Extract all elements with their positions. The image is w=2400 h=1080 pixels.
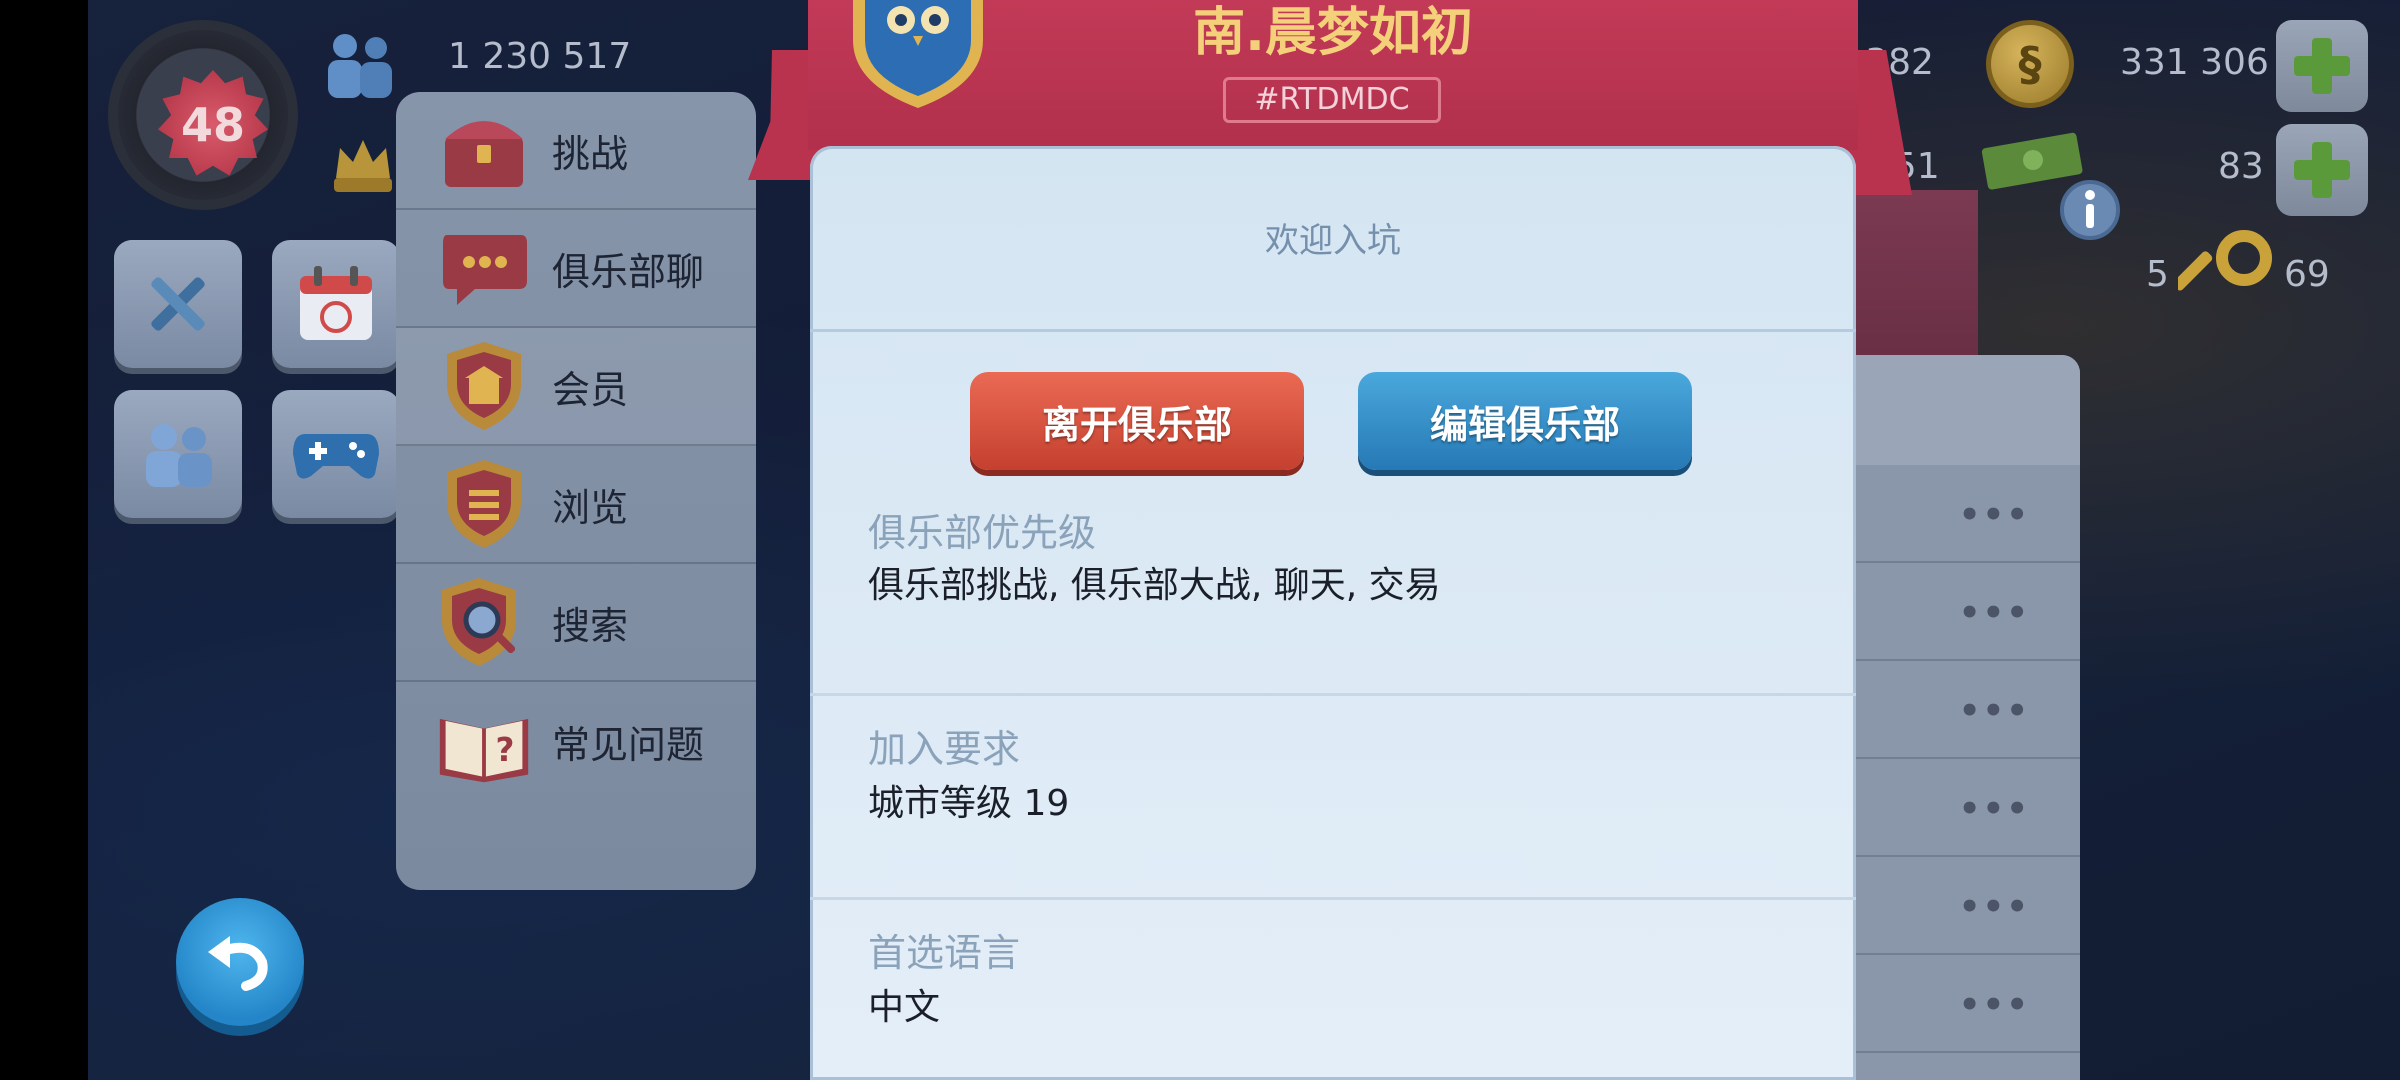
requirement-label: 加入要求: [868, 727, 1021, 771]
treasure-chest-icon: [436, 102, 532, 198]
population-icon: [328, 34, 392, 98]
buy-cash-button[interactable]: [2276, 124, 2368, 216]
level-value: 48: [180, 98, 245, 152]
game-city-background: 48 1 230 517 382 § 331 306 83 5 69 挑战 俱乐…: [88, 0, 2400, 1080]
menu-item-challenge[interactable]: 挑战: [396, 92, 756, 210]
buy-simcash-button[interactable]: [2276, 20, 2368, 112]
club-info-dialog: 欢迎入坑 离开俱乐部 编辑俱乐部 俱乐部优先级 俱乐部挑战, 俱乐部大战, 聊天…: [810, 146, 1856, 1080]
requirement-value: 城市等级 19: [868, 783, 1070, 824]
plus-icon: [2294, 38, 2350, 94]
friends-button[interactable]: [114, 390, 242, 518]
menu-label-club-chat: 俱乐部聊: [552, 249, 705, 294]
club-name: 南.晨梦如初: [1193, 3, 1473, 63]
vip-crown-icon[interactable]: [328, 130, 398, 200]
level-badge[interactable]: 48: [108, 20, 298, 210]
menu-label-search: 搜索: [552, 603, 629, 648]
more-options-icon[interactable]: •••: [1959, 887, 2030, 927]
menu-label-browse: 浏览: [552, 485, 629, 530]
wrench-screwdriver-icon: [151, 277, 205, 331]
simcash-value: 331 306: [2120, 42, 2269, 83]
calendar-icon: [300, 266, 372, 340]
club-tag: #RTDMDC: [1223, 77, 1441, 123]
preferred-language-section: 首选语言 中文: [810, 900, 1856, 1080]
back-button[interactable]: [176, 898, 304, 1026]
menu-label-challenge: 挑战: [552, 131, 629, 176]
menu-label-faq: 常见问题: [552, 722, 705, 767]
priorities-value: 俱乐部挑战, 俱乐部大战, 聊天, 交易: [868, 565, 1441, 606]
more-options-icon[interactable]: •••: [1959, 495, 2030, 535]
key-icon: [2178, 230, 2272, 291]
priorities-label: 俱乐部优先级: [868, 511, 1097, 555]
menu-item-search[interactable]: 搜索: [396, 564, 756, 682]
simcash-coin-icon: §: [1986, 20, 2074, 108]
more-options-icon[interactable]: •••: [1959, 985, 2030, 1025]
faq-book-icon: ?: [436, 693, 532, 789]
games-button[interactable]: [272, 390, 400, 518]
tools-button[interactable]: [114, 240, 242, 368]
plus-icon: [2294, 142, 2350, 198]
menu-item-faq[interactable]: ? 常见问题: [396, 682, 756, 800]
more-options-icon[interactable]: •••: [1959, 789, 2030, 829]
menu-item-browse[interactable]: 浏览: [396, 446, 756, 564]
svg-text:?: ?: [496, 731, 515, 769]
menu-item-club-chat[interactable]: 俱乐部聊: [396, 210, 756, 328]
join-requirement-section: 加入要求 城市等级 19: [810, 696, 1856, 900]
keys-value: 69: [2284, 254, 2330, 295]
info-icon[interactable]: [2058, 178, 2122, 242]
green-value: 83: [2218, 146, 2264, 187]
club-priorities-section: 俱乐部优先级 俱乐部挑战, 俱乐部大战, 聊天, 交易: [810, 336, 1856, 696]
chat-bubble-icon: [436, 220, 532, 316]
search-shield-icon: [436, 574, 532, 670]
more-options-icon[interactable]: •••: [1959, 593, 2030, 633]
undo-arrow-icon: [208, 936, 268, 991]
friends-icon: [146, 424, 212, 487]
menu-label-members: 会员: [552, 367, 629, 412]
population-value: 1 230 517: [448, 36, 632, 77]
language-value: 中文: [868, 987, 941, 1028]
more-options-icon[interactable]: •••: [1959, 691, 2030, 731]
list-shield-icon: [436, 456, 532, 552]
menu-item-members[interactable]: 会员: [396, 328, 756, 446]
calendar-button[interactable]: [272, 240, 400, 368]
right-partial-value: 5: [2146, 254, 2169, 295]
club-menu-panel: 挑战 俱乐部聊 会员 浏览 搜索 ? 常见问题: [396, 92, 756, 890]
gamepad-icon: [293, 434, 379, 479]
club-shield-icon: [436, 338, 532, 434]
club-welcome-message: 欢迎入坑: [810, 146, 1856, 332]
language-label: 首选语言: [868, 931, 1021, 975]
